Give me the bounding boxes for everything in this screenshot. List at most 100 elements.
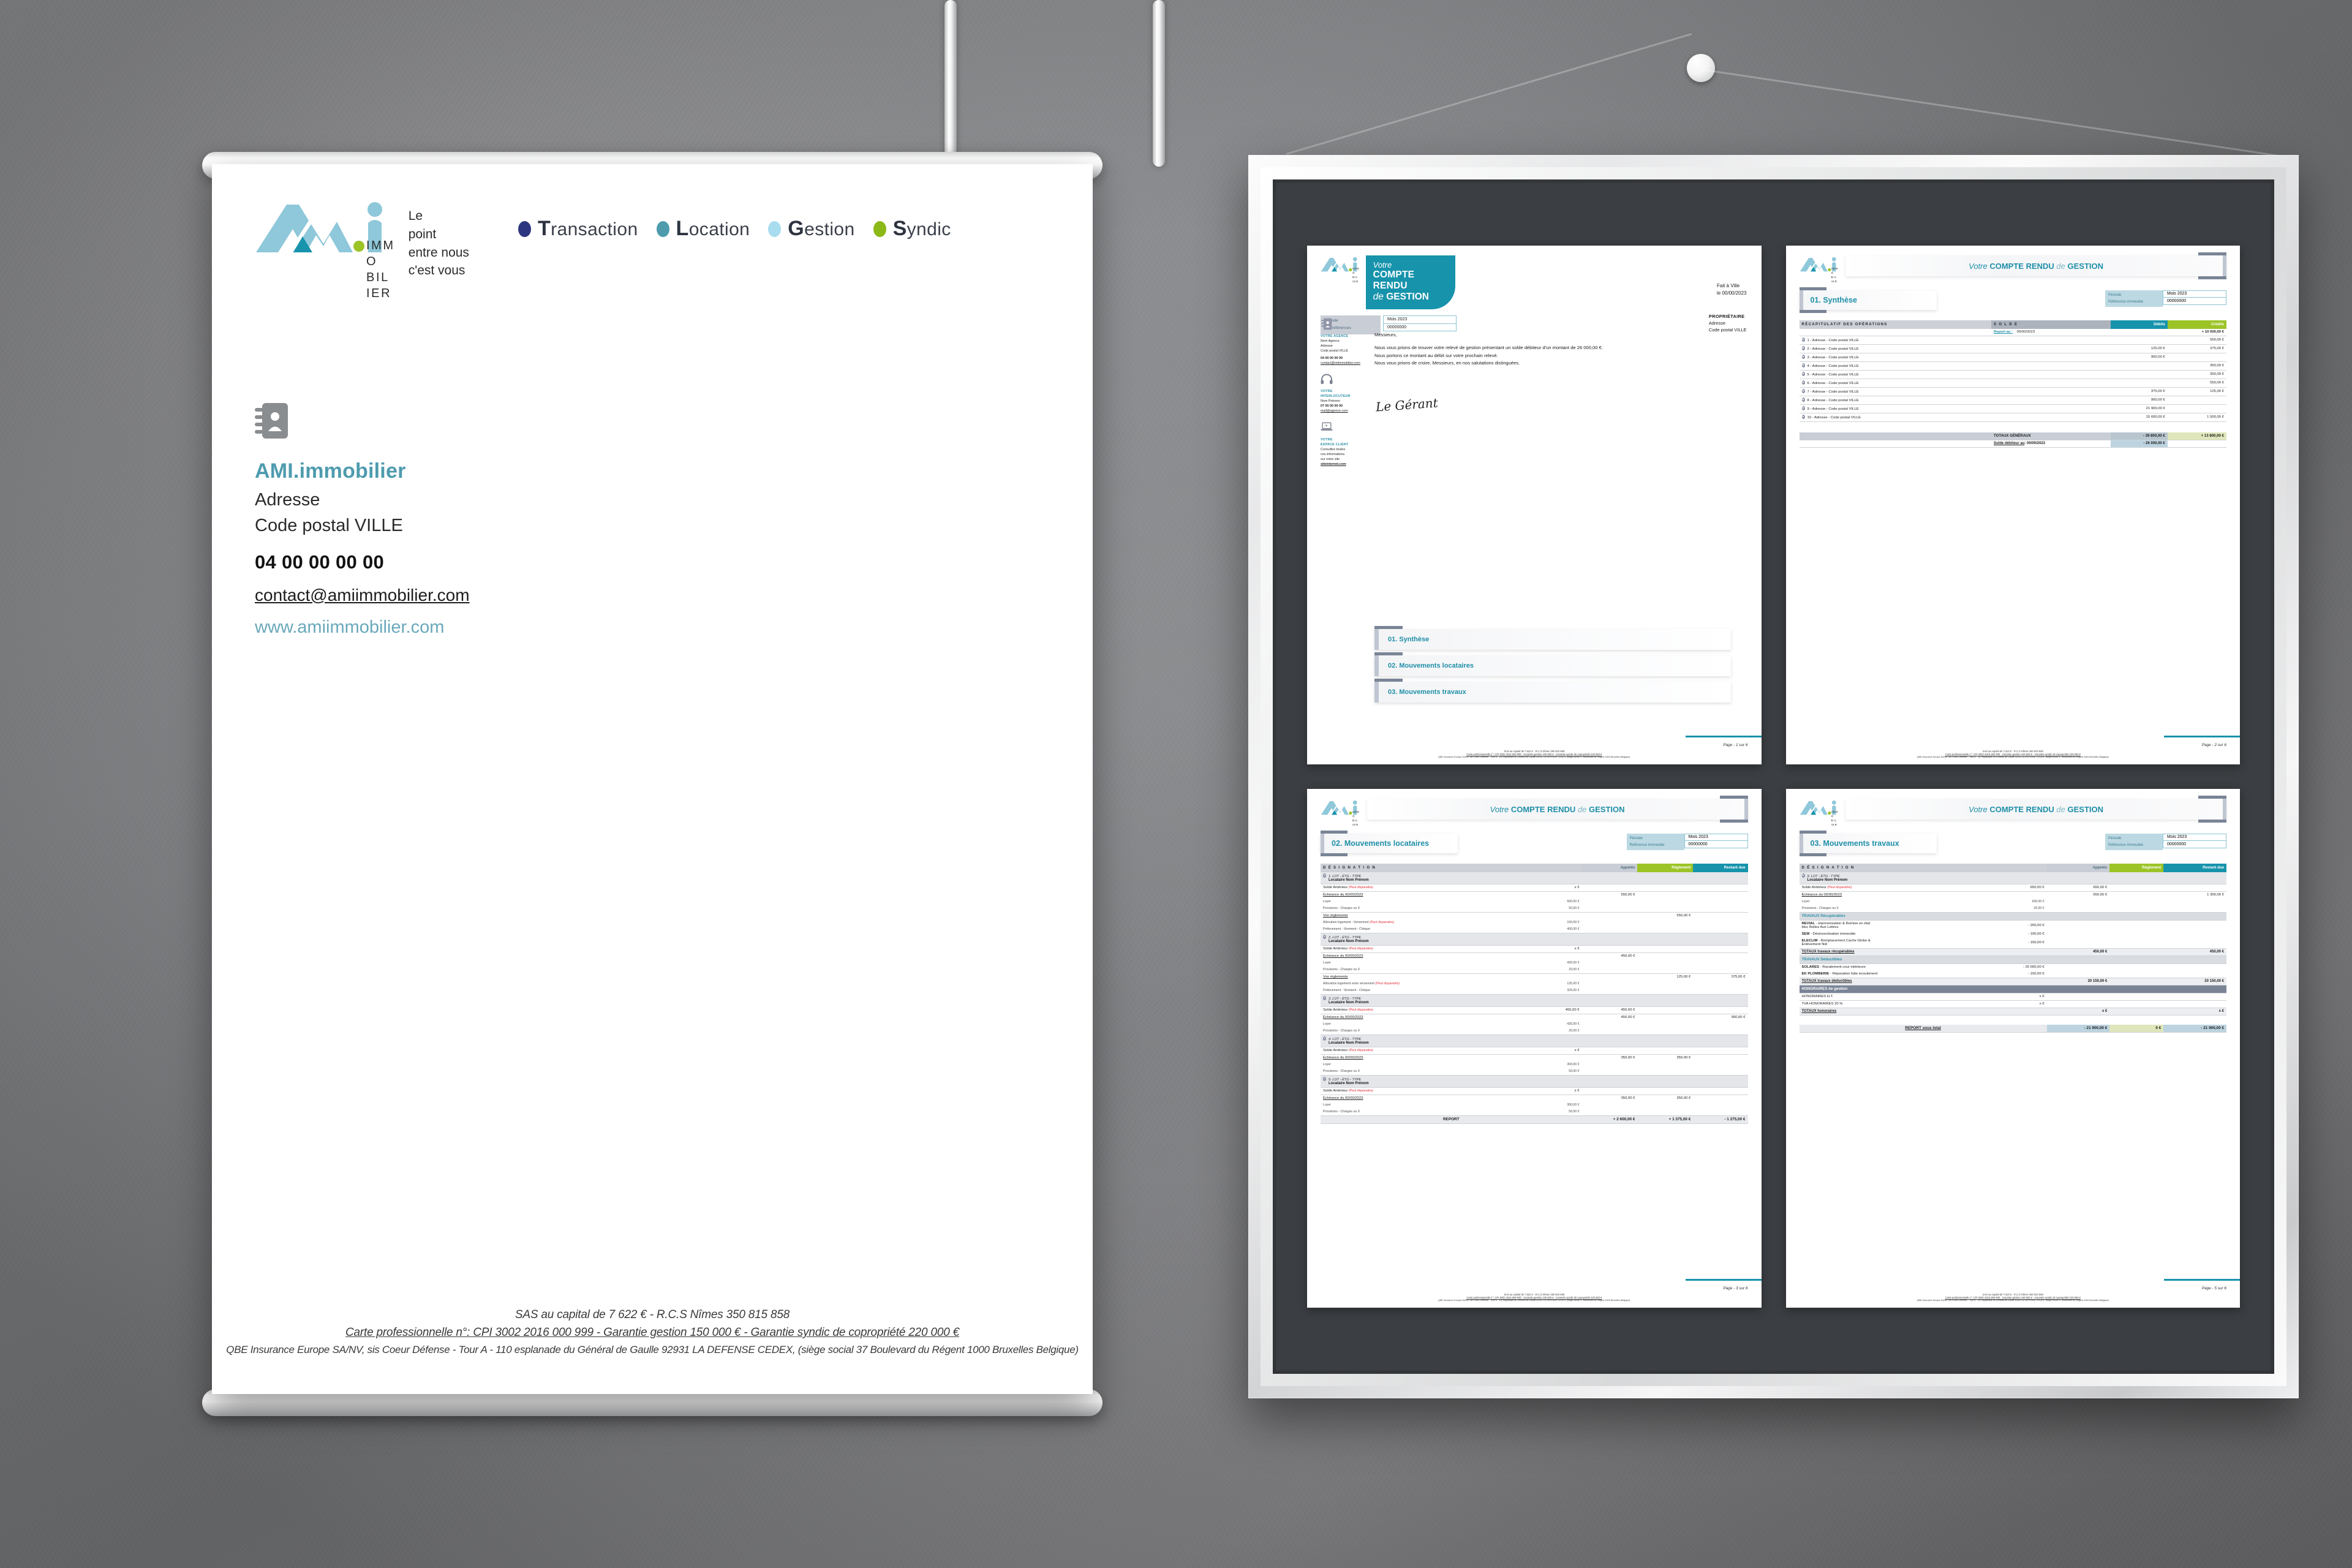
page-meta: Période Référence immeuble Mois 2023 000… — [1626, 833, 1748, 851]
row-credit: 550,00 € — [2167, 379, 2226, 388]
toc-item-travaux[interactable]: 03. Mouvements travaux — [1374, 679, 1731, 703]
col-header-restant: Restant due — [1693, 863, 1748, 872]
tenant-name: Locataire Nom Prénom — [1329, 878, 1369, 883]
vendor-name: EK PLOMBERIE — [1801, 972, 1830, 976]
tagline-line: point — [408, 227, 437, 241]
toc-item-locataires[interactable]: 02. Mouvements locataires — [1374, 652, 1731, 676]
hero-gestion: GESTION — [1386, 292, 1429, 303]
line-amount: 325,00 € — [1517, 987, 1582, 995]
ami-logo-stack: IMM O BIL IER — [1352, 810, 1360, 827]
table-row: Loyer 630,00 € — [1800, 899, 2227, 905]
travaux-table: D É S I G N A T I O N Appelés Règlement … — [1799, 863, 2227, 1033]
nav-item-transaction[interactable]: Transaction — [518, 217, 638, 241]
ref-immeuble-value[interactable]: 00000000 — [2163, 298, 2226, 305]
references-value[interactable]: 00000000 — [1383, 323, 1457, 331]
section-title: 02. Mouvements locataires — [1332, 839, 1430, 848]
espace-site[interactable]: siteinternet.com — [1321, 462, 1366, 467]
contact-website[interactable]: www.amiimmobilier.com — [255, 614, 1050, 640]
line-label: Échéance du 00/00/2023 — [1323, 1056, 1363, 1060]
tenant-group-header: 3. LOT - ÉTG - TYPE Locataire Nom Prénom — [1321, 994, 1748, 1007]
contact-city: Code postal VILLE — [255, 515, 403, 535]
logo-stack-line: BIL — [1831, 818, 1838, 822]
line-amount: 650,00 € — [1987, 884, 2047, 892]
wall-nail — [1687, 54, 1715, 82]
row-credit: 125,00 € — [2167, 387, 2226, 396]
line-amount: 50,00 € — [1517, 1068, 1582, 1076]
periode-value[interactable]: Mois 2023 — [1383, 315, 1457, 324]
line-label: Loyer — [1323, 1103, 1331, 1107]
ref-immeuble-value[interactable]: 00000000 — [2163, 841, 2226, 848]
col-header-reglement: Règlement — [1637, 863, 1694, 872]
line-note: (Peut disparaitre) — [1348, 1008, 1373, 1012]
hanging-wire-left — [1286, 33, 1692, 155]
tenant-name: Locataire Nom Prénom — [1329, 1041, 1369, 1046]
line-label: Prélevement - Virement - Chèque — [1321, 987, 1517, 995]
table-row: SOLARES - Ravalement cour intérieure - 20… — [1800, 963, 2227, 971]
logo-stack-line: IER — [1352, 823, 1359, 826]
legal-line-2: Carte professionnelle n°: CPI 3002 2016 … — [345, 1326, 960, 1339]
table-row: ELECLIM - Remplacement Cache Globe & Enlè… — [1799, 937, 2226, 949]
periode-value[interactable]: Mois 2023 — [1684, 833, 1748, 842]
hero-de: de — [1373, 292, 1384, 303]
table-row: Solde Antérieur (Peut disparaitre) 650,00… — [1799, 884, 2226, 892]
espace-line-1: Consultez toutes — [1321, 447, 1346, 451]
logo-stack-line: IMM — [1831, 267, 1839, 270]
contact-email-link[interactable]: contact@amiimmobilier.com — [255, 583, 470, 608]
section-bar-recuperables: TRAVAUX Récupérables — [1799, 912, 2226, 921]
agence-email[interactable]: contact@mtimmobilier.com — [1321, 361, 1366, 366]
tenant-name: Locataire Nom Prénom — [1329, 940, 1369, 944]
periode-value[interactable]: Mois 2023 — [2163, 833, 2226, 842]
line-restant: 900,00 € — [1731, 1016, 1746, 1020]
ref-immeuble-value[interactable]: 00000000 — [1684, 841, 1748, 848]
table-row: Solde Antérieur (Peut disparaitre) x € — [1321, 1087, 1748, 1095]
table-row: TVA HONORAIRES 20 % x € — [1799, 1000, 2226, 1008]
total-appeles: x € — [2046, 1007, 2110, 1016]
report-appeles: + 2 600,00 € — [1581, 1115, 1638, 1124]
row-debit: 15 600,00 € — [2110, 413, 2168, 422]
total-reglement — [2109, 1007, 2164, 1016]
toc-item-synthese[interactable]: 01. Synthèse — [1374, 626, 1731, 650]
totaux-label: TOTAUX GÉNÉRAUX — [1991, 432, 2111, 440]
periode-value[interactable]: Mois 2023 — [2163, 290, 2226, 298]
table-row: 7 - Adresse - Code postal VILLE 375,00 €1… — [1799, 387, 2226, 396]
logo-stack-line: IMM — [1352, 267, 1360, 270]
col-header-appeles: Appelés — [1581, 863, 1638, 872]
ami-logo-stack: IMM O BIL IER — [366, 238, 395, 301]
letter-body: Messieurs, Nous vous prions de trouver v… — [1374, 331, 1747, 367]
document-page-1: IMM O BIL IER Votre COMPTE RENDU de GEST… — [1307, 246, 1762, 764]
table-row: 6 - Adresse - Code postal VILLE 550,00 € — [1799, 379, 2226, 388]
line-reglement: 350,00 € — [1676, 1056, 1691, 1060]
line-appeles: 450,00 € — [1581, 1006, 1638, 1014]
contact-book-icon — [255, 402, 1050, 443]
line-amount: 300,00 € — [1567, 1063, 1580, 1067]
row-label: 7 - Adresse - Code postal VILLE — [1807, 390, 1859, 394]
work-desc-2: Enlèvement Nid — [1801, 943, 1828, 947]
line-amount: 400,00 € — [1517, 925, 1582, 933]
logo-stack-line: IMM — [366, 239, 395, 252]
report-restant: - 1 275,00 € — [1693, 1115, 1748, 1124]
nav-item-location[interactable]: Location — [656, 217, 750, 241]
table-row: Solde Antérieur (Peut disparaitre) x € — [1321, 1047, 1748, 1055]
report-date: 00/00/2023 — [2016, 330, 2035, 334]
nav-item-syndic[interactable]: Syndic — [873, 217, 951, 241]
tenant-group-header: 4. LOT - ÉTG - TYPE Locataire Nom Prénom — [1321, 1035, 1748, 1047]
hdr-votre: Votre — [1969, 261, 1990, 271]
interlocuteur-email[interactable]: mail@agence.com — [1321, 409, 1366, 413]
report-credit: + 10 000,00 € — [2167, 328, 2226, 336]
contact-phone[interactable]: 04 00 00 00 00 — [255, 548, 1050, 576]
dot-icon — [768, 221, 782, 237]
nav-item-gestion[interactable]: Gestion — [768, 217, 854, 241]
letterhead-sheet: IMM O BIL IER Le point entre nous c'est … — [212, 164, 1093, 1394]
line-appeles: 350,00 € — [1621, 1096, 1635, 1101]
line-label: Loyer — [1323, 900, 1331, 904]
solde-final-date: : 00/00/2023 — [2024, 442, 2046, 446]
table-row: Loyer 300,00 € — [1321, 1061, 1748, 1068]
table-row: Loyer 300,00 € — [1321, 1102, 1748, 1109]
line-label: Allocation logement - Versement — [1323, 921, 1369, 925]
interlocuteur-heading-2: INTERLOCUTEUR — [1321, 394, 1351, 398]
location-pin-icon — [1801, 380, 1805, 385]
table-row: SEM - Désinsectisation immeuble - 100,00 … — [1800, 931, 2227, 938]
section-tab-travaux: 03. Mouvements travaux — [1799, 830, 1937, 856]
table-row: REVIAL - Harmonisation & Remise en état b… — [1800, 920, 2227, 931]
ami-logo-stack: IMM O BIL IER — [1831, 267, 1839, 284]
